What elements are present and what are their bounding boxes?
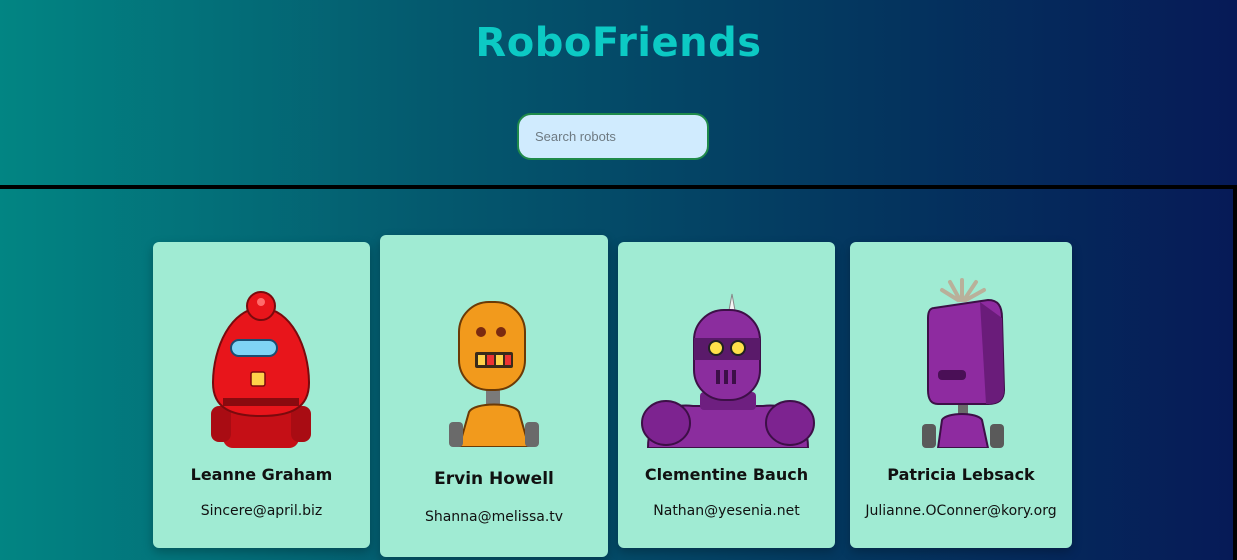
header: RoboFriends (0, 0, 1237, 186)
robot-card[interactable]: Leanne Graham Sincere@april.biz (153, 242, 370, 548)
robot-avatar-image (922, 278, 1006, 448)
robot-list-scroll-area[interactable]: Leanne Graham Sincere@april.biz Ervin Ho… (0, 185, 1237, 560)
robot-card[interactable]: Ervin Howell Shanna@melissa.tv (380, 235, 608, 557)
robot-avatar-image (449, 301, 539, 447)
robot-email: Nathan@yesenia.net (653, 503, 800, 519)
robot-avatar-image (641, 293, 815, 448)
robot-name: Patricia Lebsack (887, 465, 1035, 484)
robot-avatar-image (211, 291, 311, 448)
search-input[interactable] (517, 113, 709, 160)
robot-card[interactable]: Patricia Lebsack Julianne.OConner@kory.o… (850, 242, 1072, 548)
robot-email: Shanna@melissa.tv (424, 509, 564, 525)
robot-name: Ervin Howell (434, 469, 554, 489)
robot-name: Clementine Bauch (644, 465, 809, 484)
app-title: RoboFriends (475, 20, 762, 66)
robot-card[interactable]: Clementine Bauch Nathan@yesenia.net (618, 242, 835, 548)
robot-email: Julianne.OConner@kory.org (865, 503, 1057, 519)
robot-name: Leanne Graham (190, 465, 333, 484)
robot-email: Sincere@april.biz (200, 503, 323, 519)
